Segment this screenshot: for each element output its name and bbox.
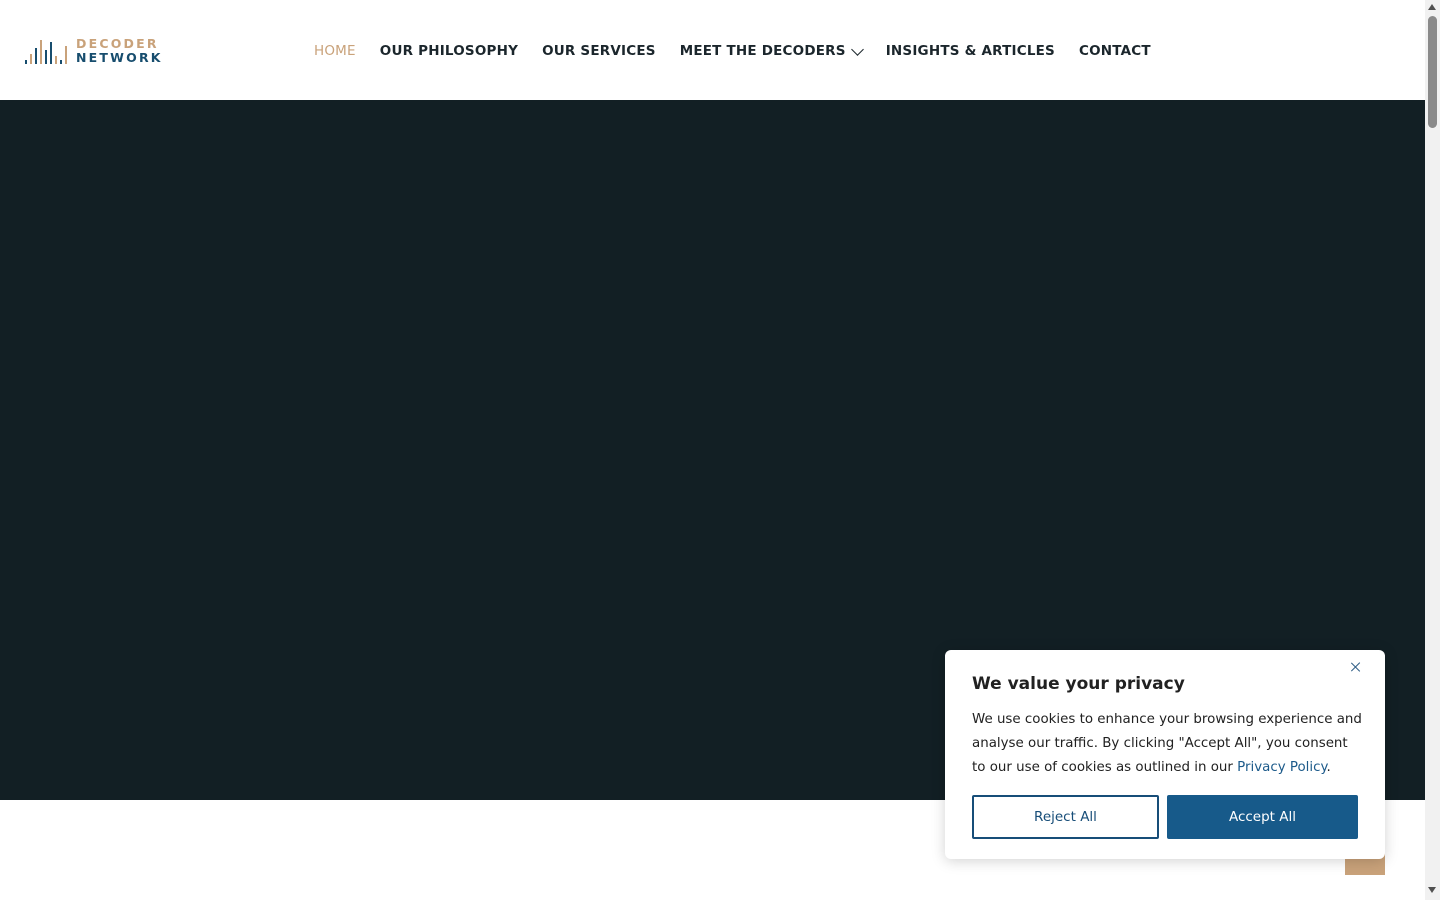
equalizer-bars-icon (24, 36, 72, 66)
cookie-title: We value your privacy (972, 674, 1185, 694)
site-header: DECODER NETWORK HOME OUR PHILOSOPHY OUR … (0, 0, 1425, 100)
nav-label-home: HOME (314, 43, 356, 59)
nav-item-meet-the-decoders[interactable]: MEET THE DECODERS (679, 42, 864, 59)
scroll-down-arrow-icon[interactable] (1428, 887, 1436, 893)
main-nav: HOME OUR PHILOSOPHY OUR SERVICES MEET TH… (314, 40, 1175, 62)
page-scrollbar[interactable] (1425, 0, 1440, 900)
close-icon[interactable] (1349, 660, 1363, 674)
nav-label-our-philosophy: OUR PHILOSOPHY (379, 43, 519, 59)
site-logo[interactable]: DECODER NETWORK (24, 34, 164, 68)
nav-item-contact[interactable]: CONTACT (1079, 43, 1151, 59)
nav-item-our-philosophy[interactable]: OUR PHILOSOPHY (380, 43, 518, 59)
nav-item-insights-articles[interactable]: INSIGHTS & ARTICLES (886, 43, 1055, 59)
chevron-down-icon[interactable] (850, 42, 864, 56)
logo-text-line2: NETWORK (76, 50, 163, 65)
scroll-thumb[interactable] (1428, 16, 1437, 128)
reject-all-button[interactable]: Reject All (972, 795, 1159, 839)
cookie-consent-banner: We value your privacy We use cookies to … (945, 650, 1385, 859)
nav-label-contact: CONTACT (1078, 43, 1151, 59)
accept-all-button[interactable]: Accept All (1167, 795, 1358, 839)
privacy-policy-link[interactable]: Privacy Policy (1237, 760, 1326, 775)
nav-label-insights-articles: INSIGHTS & ARTICLES (885, 43, 1055, 59)
nav-item-our-services[interactable]: OUR SERVICES (542, 43, 656, 59)
cookie-description: We use cookies to enhance your browsing … (972, 708, 1362, 780)
nav-item-home[interactable]: HOME (314, 43, 356, 59)
cookie-text-end: . (1326, 760, 1331, 775)
scroll-up-arrow-icon[interactable] (1428, 4, 1436, 10)
nav-label-our-services: OUR SERVICES (542, 43, 656, 59)
logo-text-line1: DECODER (76, 36, 159, 51)
nav-label-meet-the-decoders: MEET THE DECODERS (679, 43, 846, 59)
